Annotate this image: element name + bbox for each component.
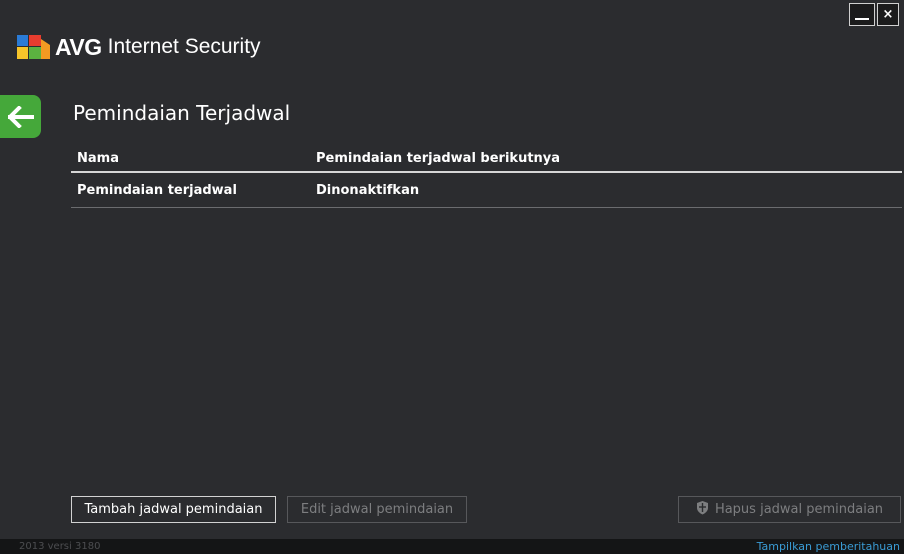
page-title: Pemindaian Terjadwal — [73, 101, 291, 125]
window-controls: × — [849, 3, 899, 26]
app-window: × AVG Internet Security Pemindaian Terja… — [0, 0, 904, 554]
add-schedule-button[interactable]: Tambah jadwal pemindaian — [71, 496, 276, 523]
table-header: Nama Pemindaian terjadwal berikutnya — [71, 146, 902, 173]
delete-schedule-label: Hapus jadwal pemindaian — [714, 502, 884, 517]
shield-icon — [696, 500, 709, 519]
minimize-button[interactable] — [849, 3, 875, 26]
table-row[interactable]: Pemindaian terjadwal Dinonaktifkan — [71, 173, 902, 208]
back-button[interactable] — [0, 95, 41, 138]
column-header-name[interactable]: Nama — [71, 151, 312, 166]
cell-name: Pemindaian terjadwal — [77, 182, 237, 198]
delete-schedule-button[interactable]: Hapus jadwal pemindaian — [678, 496, 901, 523]
close-button[interactable]: × — [877, 3, 899, 26]
schedule-table: Nama Pemindaian terjadwal berikutnya Pem… — [71, 146, 902, 208]
status-bar: 2013 versi 3180 Tampilkan pemberitahuan — [0, 539, 904, 554]
close-icon: × — [882, 7, 894, 22]
version-text: 2013 versi 3180 — [19, 541, 101, 552]
column-header-next-scan[interactable]: Pemindaian terjadwal berikutnya — [312, 151, 902, 166]
brand-header: AVG Internet Security — [15, 33, 261, 61]
edit-schedule-button[interactable]: Edit jadwal pemindaian — [287, 496, 467, 523]
cell-next-scan: Dinonaktifkan — [316, 182, 420, 198]
arrow-left-icon — [7, 105, 34, 128]
avg-logo — [15, 33, 53, 61]
minimize-icon — [855, 17, 869, 20]
brand-name: AVG — [55, 33, 102, 60]
show-notifications-link[interactable]: Tampilkan pemberitahuan — [757, 540, 904, 553]
product-name: Internet Security — [107, 35, 261, 58]
